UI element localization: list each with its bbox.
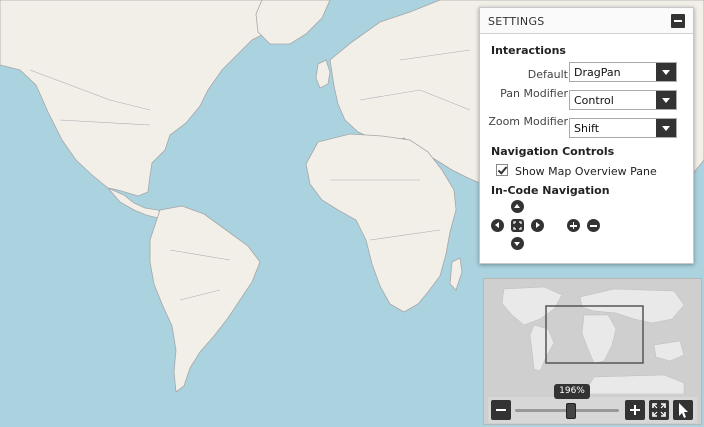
zoom-in-button[interactable] [567, 219, 580, 232]
overview-pane-label: Show Map Overview Pane [515, 165, 657, 178]
default-label: Default [527, 68, 568, 81]
cursor-icon [679, 403, 688, 418]
chevron-down-icon [656, 91, 676, 109]
settings-title: SETTINGS [488, 15, 545, 28]
center-button[interactable] [511, 219, 524, 232]
zoom-out-button[interactable] [587, 219, 600, 232]
fit-view-button[interactable] [649, 400, 669, 420]
pan-modifier-label: Pan Modifier [500, 87, 568, 100]
interactions-heading: Interactions [491, 44, 566, 57]
in-code-navigation-heading: In-Code Navigation [491, 184, 610, 197]
zoom-slider-thumb[interactable] [566, 403, 576, 419]
zoom-bar [488, 397, 697, 423]
default-select[interactable]: DragPan [569, 62, 677, 82]
settings-header: SETTINGS [480, 8, 693, 34]
select-pointer-button[interactable] [673, 400, 693, 420]
pan-left-button[interactable] [491, 219, 504, 232]
fullscreen-icon [652, 403, 666, 417]
zoom-modifier-label: Zoom Modifier [488, 115, 568, 128]
chevron-down-icon [656, 63, 676, 81]
navigation-controls-heading: Navigation Controls [491, 145, 615, 158]
zoom-level-tooltip: 196% [554, 384, 590, 399]
settings-panel: SETTINGS Interactions Default DragPan Pa… [479, 7, 694, 264]
pan-up-button[interactable] [511, 200, 524, 213]
pan-down-button[interactable] [511, 237, 524, 250]
pan-right-button[interactable] [531, 219, 544, 232]
overview-minimap[interactable] [484, 279, 701, 395]
zoom-out-icon[interactable] [491, 400, 511, 420]
pan-modifier-select[interactable]: Control [569, 90, 677, 110]
pan-modifier-value: Control [574, 94, 614, 107]
chevron-down-icon [656, 119, 676, 137]
zoom-modifier-value: Shift [574, 122, 600, 135]
default-select-value: DragPan [574, 66, 621, 79]
fullscreen-icon [513, 221, 522, 230]
zoom-in-icon[interactable] [625, 400, 645, 420]
zoom-modifier-select[interactable]: Shift [569, 118, 677, 138]
collapse-button[interactable] [671, 14, 685, 28]
overview-pane-checkbox[interactable] [496, 164, 508, 176]
